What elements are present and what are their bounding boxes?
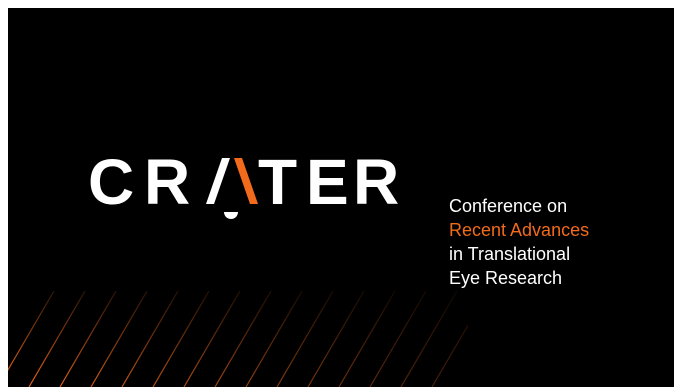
conference-tagline: Conference on Recent Advances in Transla… bbox=[449, 194, 589, 290]
tagline-line-3: in Translational bbox=[449, 244, 571, 264]
stripe-line bbox=[90, 291, 148, 387]
stripe-line bbox=[183, 291, 241, 387]
tagline-line-1: Conference on bbox=[449, 196, 568, 216]
logo-letter-e: E bbox=[306, 146, 349, 218]
stripe-line bbox=[59, 291, 117, 387]
diagonal-stripes-decoration bbox=[8, 291, 468, 387]
stripe-line bbox=[245, 291, 303, 387]
tagline-line-2-accent: Recent Advances bbox=[449, 220, 590, 240]
stripe-line bbox=[214, 291, 272, 387]
logo-letter-r1: R bbox=[144, 146, 190, 218]
stripe-line bbox=[338, 291, 396, 387]
crater-logo: C R A T E R bbox=[88, 146, 399, 219]
stripe-line bbox=[431, 324, 468, 387]
stripe-line bbox=[28, 291, 86, 387]
tagline-line-4: Eye Research bbox=[449, 268, 563, 288]
stripe-line bbox=[369, 291, 427, 387]
logo-letter-t: T bbox=[258, 146, 297, 218]
stripe-line bbox=[8, 291, 55, 372]
logo-letter-r2: R bbox=[353, 146, 399, 218]
stripe-line bbox=[152, 291, 210, 387]
stripe-line bbox=[121, 291, 179, 387]
slide-frame: C R A T E R Conference on Recent Advance… bbox=[8, 8, 674, 387]
stripe-line bbox=[307, 291, 365, 387]
stripe-line bbox=[400, 291, 458, 387]
logo-letter-c: C bbox=[88, 146, 134, 218]
logo-letter-a: A bbox=[201, 202, 202, 205]
stripe-line bbox=[276, 291, 334, 387]
logo-letter-a-mark: A bbox=[201, 158, 258, 219]
